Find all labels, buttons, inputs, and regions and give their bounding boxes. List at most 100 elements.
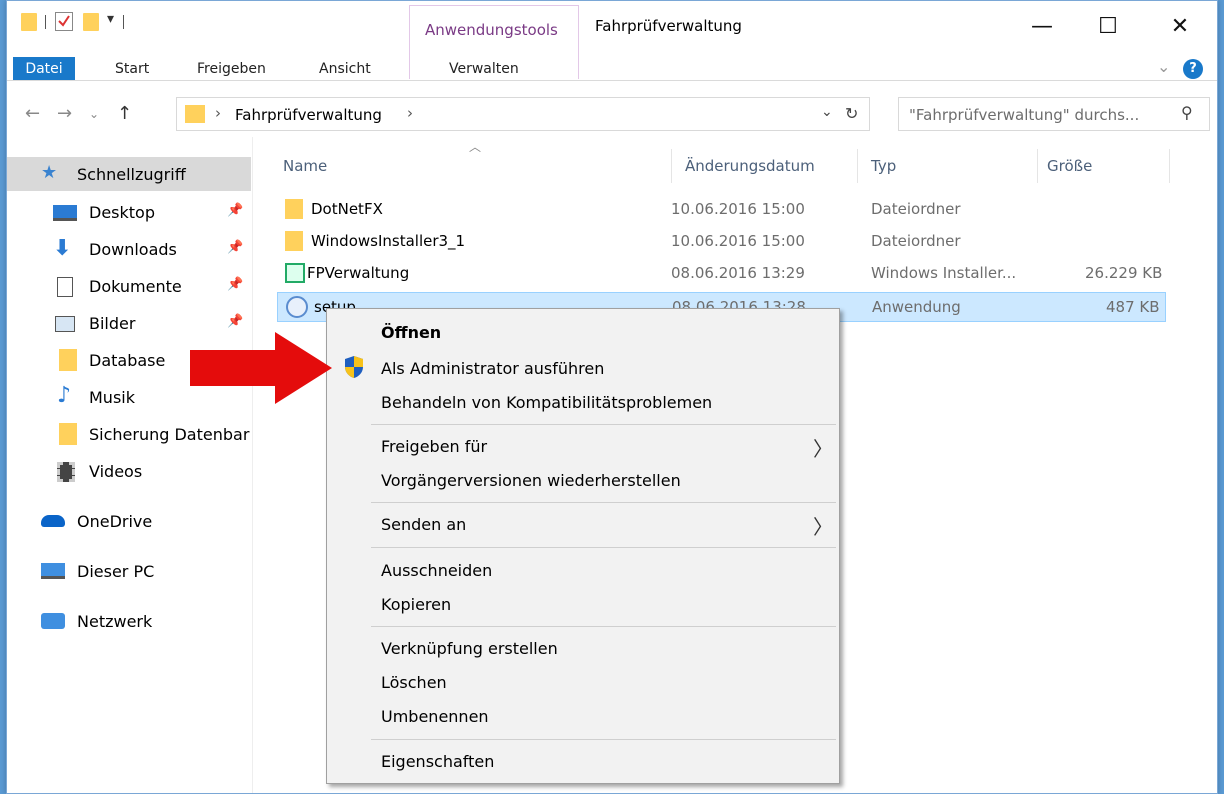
table-row[interactable]: WindowsInstaller3_1 10.06.2016 15:00 Dat… (277, 227, 1166, 257)
menu-item-rename[interactable]: Umbenennen (381, 707, 489, 726)
folder-icon (59, 423, 77, 445)
file-size: 487 KB (1106, 298, 1160, 316)
sidebar-item-quick-access[interactable]: ★ Schnellzugriff (7, 157, 251, 191)
new-folder-icon[interactable] (83, 13, 99, 31)
sidebar-item-sicherung[interactable]: Sicherung Datenbar (7, 418, 251, 452)
red-arrow-annotation (190, 332, 332, 404)
pin-icon[interactable]: 📌 (227, 314, 243, 329)
column-divider[interactable] (1037, 149, 1038, 183)
sidebar-item-label: OneDrive (77, 512, 153, 531)
sidebar-item-label: Netzwerk (77, 612, 153, 631)
folder-icon (59, 349, 77, 371)
column-header-date[interactable]: Änderungsdatum (685, 157, 815, 175)
sidebar-item-onedrive[interactable]: OneDrive (7, 505, 251, 539)
document-icon (57, 277, 73, 297)
file-size: 26.229 KB (1085, 264, 1163, 282)
tab-verwalten[interactable]: Verwalten (449, 61, 519, 77)
file-date: 10.06.2016 15:00 (671, 232, 805, 250)
customize-quick-access-icon[interactable]: ▾ (107, 11, 114, 27)
file-type: Dateiordner (871, 200, 961, 218)
installer-icon (285, 263, 305, 283)
menu-item-cut[interactable]: Ausschneiden (381, 561, 492, 580)
address-dropdown-icon[interactable]: ⌄ (821, 104, 833, 120)
tab-ansicht[interactable]: Ansicht (319, 61, 371, 77)
column-header-name[interactable]: Name (283, 157, 327, 175)
breadcrumb-separator: › (215, 104, 221, 122)
menu-divider (371, 502, 836, 503)
sidebar-item-label: Desktop (89, 203, 155, 222)
file-name: FPVerwaltung (307, 264, 410, 282)
sidebar-item-downloads[interactable]: ⬇ Downloads 📌 (7, 233, 251, 267)
folder-icon (185, 105, 205, 123)
file-date: 08.06.2016 13:29 (671, 264, 805, 282)
folder-icon (285, 199, 303, 219)
forward-icon[interactable]: → (57, 103, 72, 124)
menu-item-create-shortcut[interactable]: Verknüpfung erstellen (381, 639, 558, 658)
close-button[interactable]: ✕ (1157, 9, 1203, 45)
breadcrumb-separator[interactable]: › (407, 104, 413, 122)
quick-access-folder-icon[interactable] (21, 13, 37, 31)
file-name: DotNetFX (311, 200, 383, 218)
column-divider[interactable] (1169, 149, 1170, 183)
column-header-size[interactable]: Größe (1047, 157, 1092, 175)
file-date: 10.06.2016 15:00 (671, 200, 805, 218)
search-icon[interactable]: ⚲ (1181, 103, 1193, 122)
column-header-type[interactable]: Typ (871, 157, 896, 175)
file-name: WindowsInstaller3_1 (311, 232, 466, 250)
up-icon[interactable]: ↑ (117, 103, 132, 124)
minimize-button[interactable]: — (1019, 9, 1065, 45)
window-title: Fahrprüfverwaltung (595, 17, 742, 35)
sidebar-item-network[interactable]: Netzwerk (7, 605, 251, 639)
tab-datei[interactable]: Datei (13, 57, 75, 81)
menu-item-open[interactable]: Öffnen (381, 323, 441, 342)
menu-item-restore-versions[interactable]: Vorgängerversionen wiederherstellen (381, 471, 681, 490)
column-divider[interactable] (671, 149, 672, 183)
tab-start[interactable]: Start (115, 61, 149, 77)
divider (123, 15, 124, 29)
sidebar-item-desktop[interactable]: Desktop 📌 (7, 196, 251, 230)
address-bar[interactable]: › Fahrprüfverwaltung › ⌄ ↻ (176, 97, 870, 131)
video-icon (57, 462, 75, 482)
download-arrow-icon: ⬇ (53, 236, 72, 261)
menu-item-send-to[interactable]: Senden an (381, 515, 466, 534)
menu-divider (371, 739, 836, 740)
sidebar-item-label: Videos (89, 462, 143, 481)
sidebar-item-videos[interactable]: Videos (7, 455, 251, 489)
expand-ribbon-icon[interactable]: ⌄ (1157, 57, 1170, 76)
breadcrumb-folder[interactable]: Fahrprüfverwaltung (235, 106, 382, 124)
pin-icon[interactable]: 📌 (227, 277, 243, 292)
search-box[interactable]: "Fahrprüfverwaltung" durchs... ⚲ (898, 97, 1210, 131)
explorer-window: ▾ Anwendungstools Verwalten Fahrprüfverw… (6, 0, 1218, 794)
sort-ascending-icon: ︿ (469, 140, 482, 154)
desktop-icon (53, 205, 77, 221)
recent-locations-icon[interactable]: ⌄ (89, 107, 99, 121)
sidebar-item-label: Schnellzugriff (77, 165, 186, 184)
pin-icon[interactable]: 📌 (227, 240, 243, 255)
refresh-icon[interactable]: ↻ (845, 104, 858, 123)
table-row[interactable]: DotNetFX 10.06.2016 15:00 Dateiordner (277, 195, 1166, 225)
pane-splitter[interactable] (252, 137, 253, 793)
menu-item-copy[interactable]: Kopieren (381, 595, 451, 614)
sidebar-item-this-pc[interactable]: Dieser PC (7, 555, 251, 589)
menu-divider (371, 424, 836, 425)
back-icon[interactable]: ← (25, 103, 40, 124)
column-divider[interactable] (857, 149, 858, 183)
menu-item-compatibility[interactable]: Behandeln von Kompatibilitätsproblemen (381, 393, 712, 412)
properties-check-icon[interactable] (55, 12, 73, 31)
tab-freigeben[interactable]: Freigeben (197, 61, 266, 77)
menu-item-properties[interactable]: Eigenschaften (381, 752, 494, 771)
star-icon: ★ (41, 162, 58, 183)
menu-item-run-as-admin[interactable]: Als Administrator ausführen (381, 359, 604, 378)
pin-icon[interactable]: 📌 (227, 203, 243, 218)
sidebar-item-label: Database (89, 351, 166, 370)
sidebar-item-label: Dieser PC (77, 562, 155, 581)
sidebar-item-documents[interactable]: Dokumente 📌 (7, 270, 251, 304)
submenu-chevron-icon: 〉 (813, 437, 833, 461)
help-icon[interactable]: ? (1183, 59, 1203, 79)
uac-shield-icon (343, 355, 365, 383)
menu-item-share-with[interactable]: Freigeben für (381, 437, 487, 456)
table-row[interactable]: FPVerwaltung 08.06.2016 13:29 Windows In… (277, 259, 1166, 289)
maximize-button[interactable]: ☐ (1085, 9, 1131, 45)
menu-item-delete[interactable]: Löschen (381, 673, 447, 692)
file-type: Windows Installer... (871, 264, 1017, 282)
